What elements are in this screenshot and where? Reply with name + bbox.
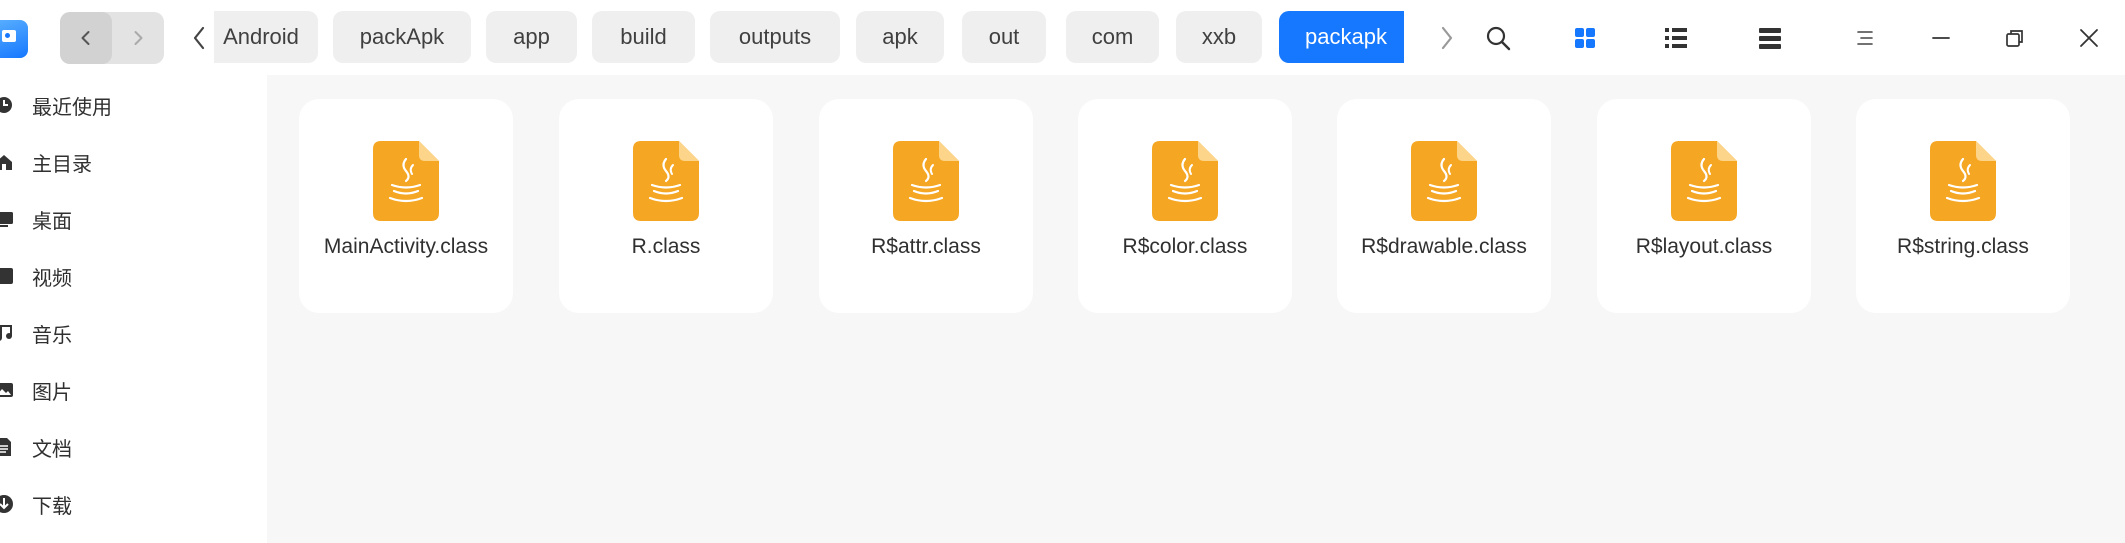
title-bar: Android packApk app build outputs apk ou… — [0, 0, 2125, 75]
search-button[interactable] — [1478, 18, 1518, 58]
breadcrumb-item-com[interactable]: com — [1066, 11, 1159, 63]
java-file-icon — [1411, 141, 1477, 221]
file-name: R$color.class — [1122, 235, 1248, 258]
file-manager-logo-icon — [0, 20, 28, 58]
list-view-icon — [1665, 28, 1687, 48]
clock-icon — [0, 95, 14, 115]
chevron-left-icon — [193, 26, 205, 50]
sidebar-item-music[interactable]: 音乐 — [0, 311, 267, 355]
file-item[interactable]: R$string.class — [1856, 99, 2070, 313]
breadcrumb-item-app[interactable]: app — [486, 11, 577, 63]
breadcrumb: Android packApk app build outputs apk ou… — [214, 11, 1404, 63]
sidebar-item-pictures[interactable]: 图片 — [0, 368, 267, 412]
java-file-icon — [1671, 141, 1737, 221]
tree-view-icon — [1759, 28, 1781, 49]
file-name: R.class — [631, 235, 701, 258]
file-item[interactable]: R$layout.class — [1597, 99, 1811, 313]
close-icon — [2080, 29, 2098, 47]
sidebar-item-label: 视频 — [32, 265, 72, 290]
java-file-icon — [373, 141, 439, 221]
breadcrumb-item-outputs[interactable]: outputs — [710, 11, 840, 63]
sidebar-item-desktop[interactable]: 桌面 — [0, 197, 267, 241]
picture-icon — [0, 380, 14, 400]
restore-icon — [2006, 30, 2023, 47]
navigation-buttons — [60, 12, 164, 64]
breadcrumb-item-packapk-current[interactable]: packapk — [1279, 11, 1404, 63]
breadcrumb-scroll-right-button[interactable] — [1434, 22, 1460, 54]
sidebar: 最近使用 主目录 桌面 视频 音乐 图片 文档 下载 — [0, 75, 267, 543]
main-menu-button[interactable] — [1845, 18, 1885, 58]
sidebar-item-label: 桌面 — [32, 208, 72, 233]
breadcrumb-item-out[interactable]: out — [962, 11, 1046, 63]
file-item[interactable]: R$attr.class — [819, 99, 1033, 313]
home-icon — [0, 152, 14, 172]
file-name: R$attr.class — [871, 235, 981, 258]
list-view-button[interactable] — [1656, 18, 1696, 58]
java-file-icon — [893, 141, 959, 221]
breadcrumb-item-xxb[interactable]: xxb — [1176, 11, 1262, 63]
file-item[interactable]: MainActivity.class — [299, 99, 513, 313]
java-file-icon — [1152, 141, 1218, 221]
minimize-icon — [1932, 37, 1950, 39]
sidebar-item-label: 文档 — [32, 436, 72, 461]
sidebar-item-label: 图片 — [32, 379, 72, 404]
grid-view-icon — [1575, 28, 1595, 48]
sidebar-item-label: 最近使用 — [32, 94, 112, 119]
sidebar-item-documents[interactable]: 文档 — [0, 425, 267, 469]
file-name: R$layout.class — [1635, 235, 1773, 258]
file-name: MainActivity.class — [323, 235, 489, 258]
sidebar-item-downloads[interactable]: 下载 — [0, 482, 267, 526]
minimize-button[interactable] — [1921, 18, 1961, 58]
menu-icon — [1857, 31, 1873, 45]
file-item[interactable]: R.class — [559, 99, 773, 313]
sidebar-item-label: 音乐 — [32, 322, 72, 347]
document-icon — [0, 437, 14, 457]
breadcrumb-item-packapk-project[interactable]: packApk — [333, 11, 471, 63]
sidebar-item-home[interactable]: 主目录 — [0, 140, 267, 184]
search-icon — [1486, 26, 1511, 51]
desktop-icon — [0, 209, 14, 229]
restore-button[interactable] — [1995, 18, 2035, 58]
forward-arrow-icon — [134, 31, 143, 45]
file-item[interactable]: R$color.class — [1078, 99, 1292, 313]
file-item[interactable]: R$drawable.class — [1337, 99, 1551, 313]
icon-view-button[interactable] — [1565, 18, 1605, 58]
breadcrumb-scroll-left-button[interactable] — [186, 22, 212, 54]
breadcrumb-item-apk[interactable]: apk — [856, 11, 944, 63]
forward-button[interactable] — [112, 12, 164, 64]
file-name: R$string.class — [1897, 235, 2029, 258]
sidebar-item-recent[interactable]: 最近使用 — [0, 83, 267, 127]
video-icon — [0, 266, 14, 286]
download-icon — [0, 494, 14, 514]
back-button[interactable] — [60, 12, 112, 64]
sidebar-item-videos[interactable]: 视频 — [0, 254, 267, 298]
file-name: R$drawable.class — [1361, 235, 1527, 258]
breadcrumb-item-android[interactable]: Android — [214, 11, 318, 63]
file-grid: MainActivity.class R.class R$attr.class — [267, 75, 2125, 543]
tree-view-button[interactable] — [1750, 18, 1790, 58]
sidebar-item-label: 主目录 — [32, 151, 92, 176]
close-button[interactable] — [2069, 18, 2109, 58]
chevron-right-icon — [1441, 26, 1453, 50]
breadcrumb-item-build[interactable]: build — [592, 11, 695, 63]
java-file-icon — [1930, 141, 1996, 221]
back-arrow-icon — [81, 31, 90, 45]
sidebar-item-label: 下载 — [32, 493, 72, 518]
music-icon — [0, 323, 14, 343]
java-file-icon — [633, 141, 699, 221]
